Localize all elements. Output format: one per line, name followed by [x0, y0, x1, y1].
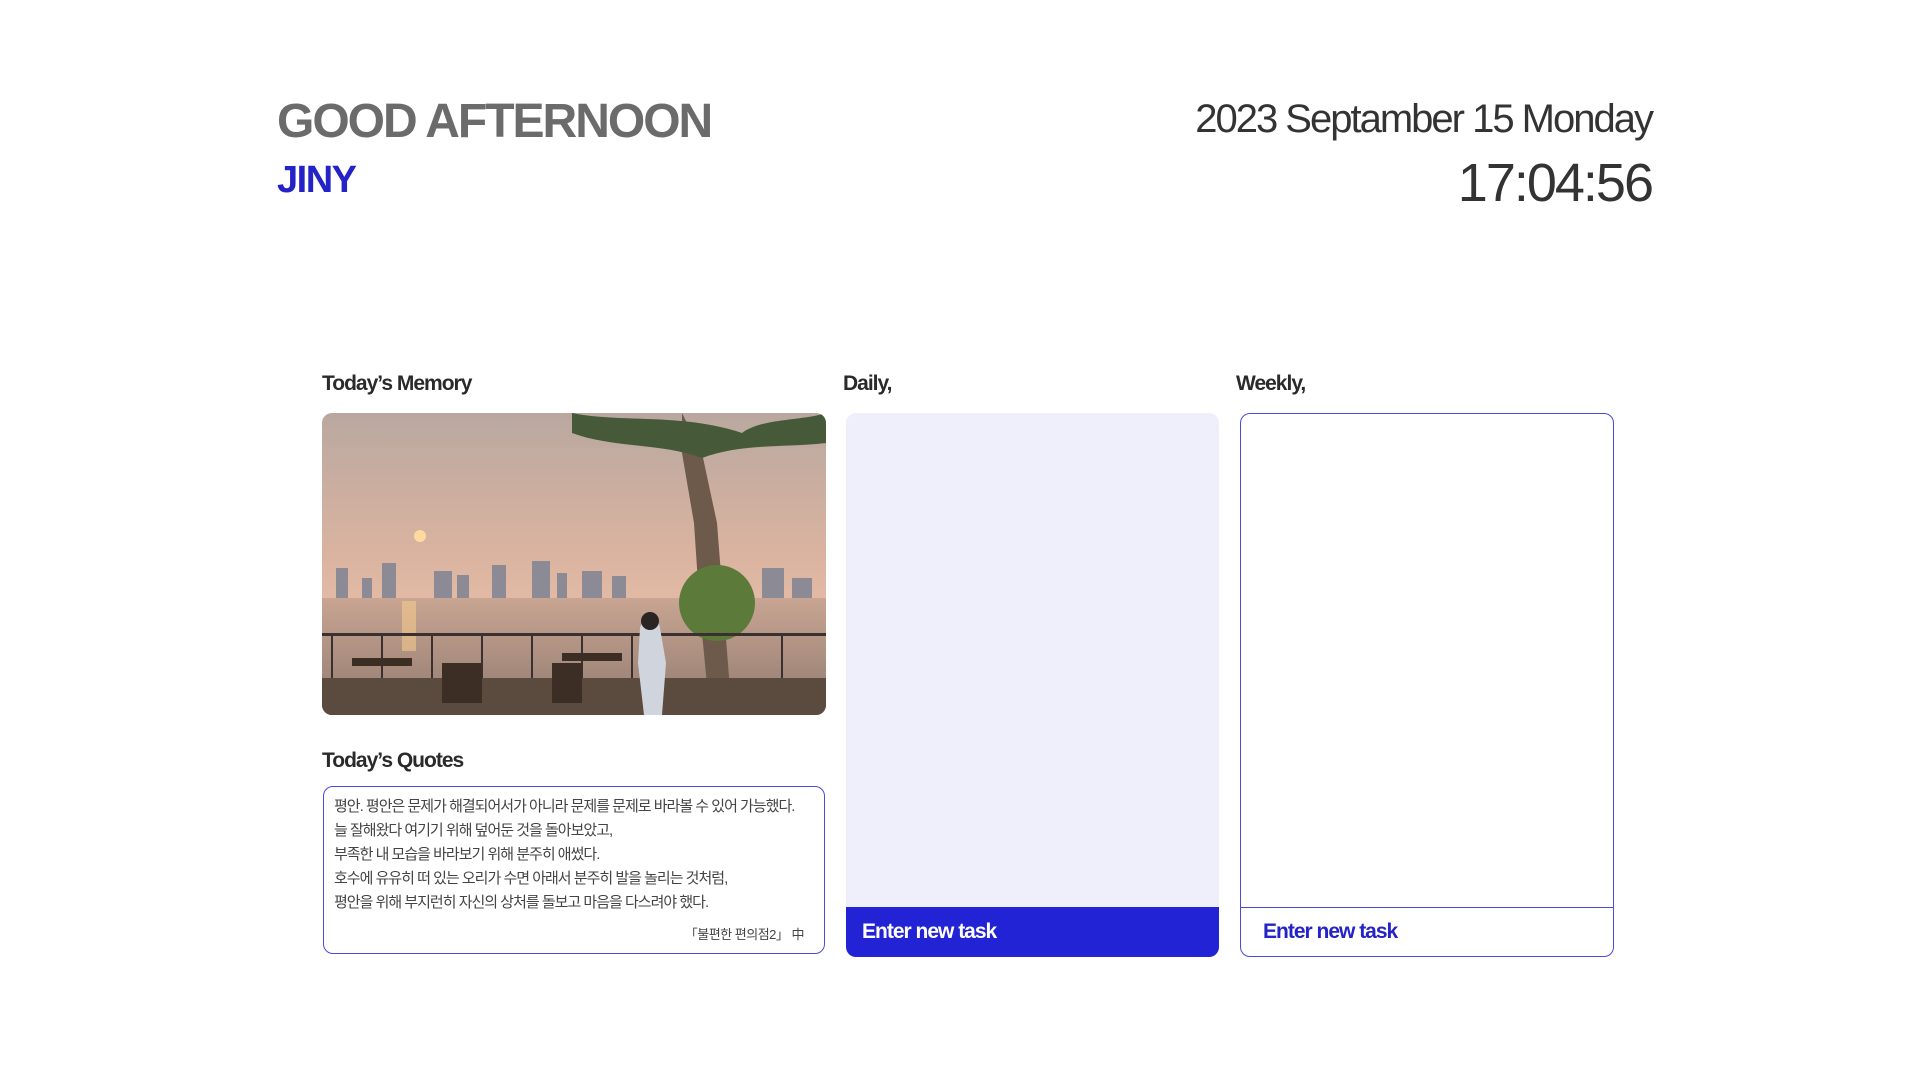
current-date: 2023 Septamber 15 Monday: [1195, 97, 1654, 141]
memory-title: Today’s Memory: [322, 372, 472, 395]
memory-photo: [322, 413, 826, 715]
weekly-task-input[interactable]: Enter new task: [1241, 908, 1613, 956]
quote-box: 평안. 평안은 문제가 해결되어서가 아니라 문제를 문제로 바라볼 수 있어 …: [323, 786, 825, 954]
greeting-text: GOOD AFTERNOON: [277, 95, 713, 148]
quote-line: 부족한 내 모습을 바라보기 위해 분주히 애썼다.: [334, 846, 600, 863]
daily-title: Daily,: [843, 372, 892, 395]
daily-task-input[interactable]: Enter new task: [846, 907, 1219, 957]
username: JINY: [277, 159, 357, 201]
current-time: 17:04:56: [1457, 153, 1654, 213]
quote-line: 늘 잘해왔다 여기기 위해 덮어둔 것을 돌아보았고,: [334, 822, 613, 839]
weekly-task-box: Enter new task: [1240, 413, 1614, 957]
daily-task-list: [846, 413, 1219, 907]
quotes-title: Today’s Quotes: [322, 749, 464, 772]
quote-line: 평안을 위해 부지런히 자신의 상처를 돌보고 마음을 다스려야 했다.: [334, 894, 709, 911]
quote-line: 호수에 유유히 떠 있는 오리가 수면 아래서 분주히 발을 놀리는 것처럼,: [334, 870, 728, 887]
quote-source: 「불편한 편의점2」 中: [684, 927, 805, 942]
quote-line: 평안. 평안은 문제가 해결되어서가 아니라 문제를 문제로 바라볼 수 있어 …: [334, 798, 795, 815]
weekly-task-list: [1241, 414, 1613, 908]
weekly-title: Weekly,: [1236, 372, 1306, 395]
